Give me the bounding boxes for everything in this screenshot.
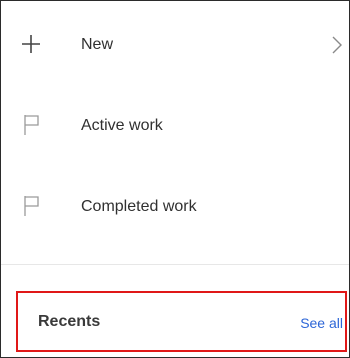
menu-item-label: Completed work <box>81 198 197 215</box>
navigation-panel: New Active work Completed work Recents S… <box>0 0 350 358</box>
recents-title: Recents <box>38 313 101 330</box>
flag-icon <box>24 196 39 216</box>
menu-item-new[interactable]: New <box>1 26 349 66</box>
section-divider <box>1 264 349 265</box>
see-all-link[interactable]: See all <box>300 315 343 331</box>
menu-item-active-work[interactable]: Active work <box>1 107 349 147</box>
menu-item-label: Active work <box>81 117 163 134</box>
chevron-right-icon <box>332 36 342 54</box>
flag-icon <box>24 115 39 135</box>
recents-header: Recents See all <box>16 291 347 352</box>
menu-item-label: New <box>81 36 114 53</box>
plus-icon <box>22 35 40 53</box>
menu-item-completed-work[interactable]: Completed work <box>1 188 349 228</box>
